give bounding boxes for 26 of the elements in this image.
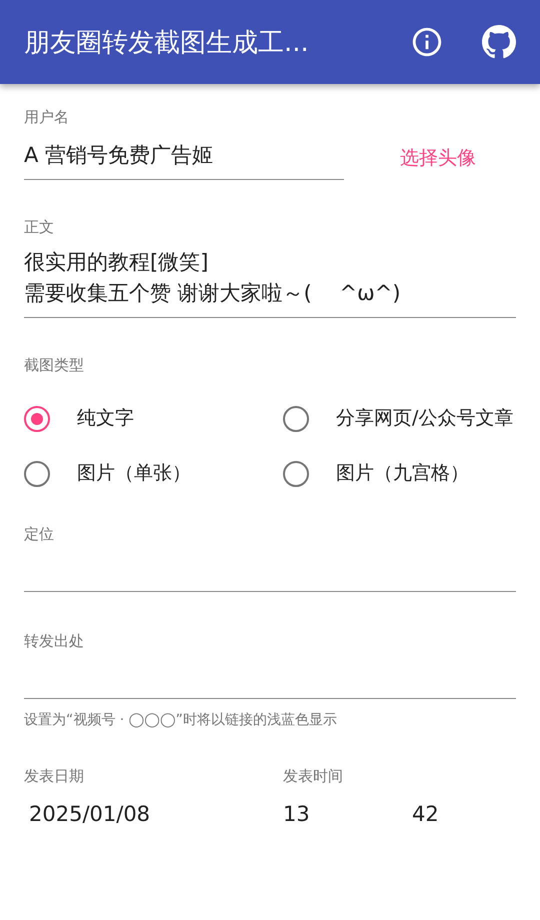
field-label: 发表日期 [24, 767, 85, 786]
app-title: 朋友圈转发截图生成工... [24, 26, 310, 60]
field-value: 很实用的教程[微笑] 需要收集五个赞 谢谢大家啦～( ^ω^) [24, 249, 402, 307]
field-label: 发表时间 [283, 767, 344, 786]
info-icon [410, 25, 444, 59]
info-button[interactable] [410, 25, 444, 59]
field-value: A 营销号免费广告姬 [24, 142, 214, 169]
minute-value[interactable]: 42 [412, 802, 439, 826]
location-field[interactable]: 定位 [24, 525, 516, 592]
body-text-field[interactable]: 正文 很实用的教程[微笑] 需要收集五个赞 谢谢大家啦～( ^ω^) [24, 218, 516, 318]
field-label: 转发出处 [24, 632, 85, 651]
username-field[interactable]: 用户名 A 营销号免费广告姬 [24, 108, 344, 180]
field-label: 正文 [24, 218, 55, 237]
radio-option[interactable]: 图片（单张） [24, 460, 283, 499]
section-label: 截图类型 [24, 356, 85, 375]
hour-value[interactable]: 13 [283, 802, 412, 826]
cat-logo-icon [482, 25, 516, 59]
helper-text: 设置为“视频号 · ◯◯◯”时将以链接的浅蓝色显示 [24, 711, 338, 729]
field-label: 用户名 [24, 108, 70, 127]
radio-option[interactable]: 分享网页/公众号文章 [283, 405, 516, 444]
radio-option[interactable]: 纯文字 [24, 405, 283, 444]
field-label: 定位 [24, 525, 55, 544]
github-button[interactable] [482, 25, 516, 59]
source-field[interactable]: 转发出处 [24, 632, 516, 699]
date-value[interactable]: 2025/01/08 [29, 802, 283, 826]
radio-option[interactable]: 图片（九宫格） [283, 460, 516, 499]
